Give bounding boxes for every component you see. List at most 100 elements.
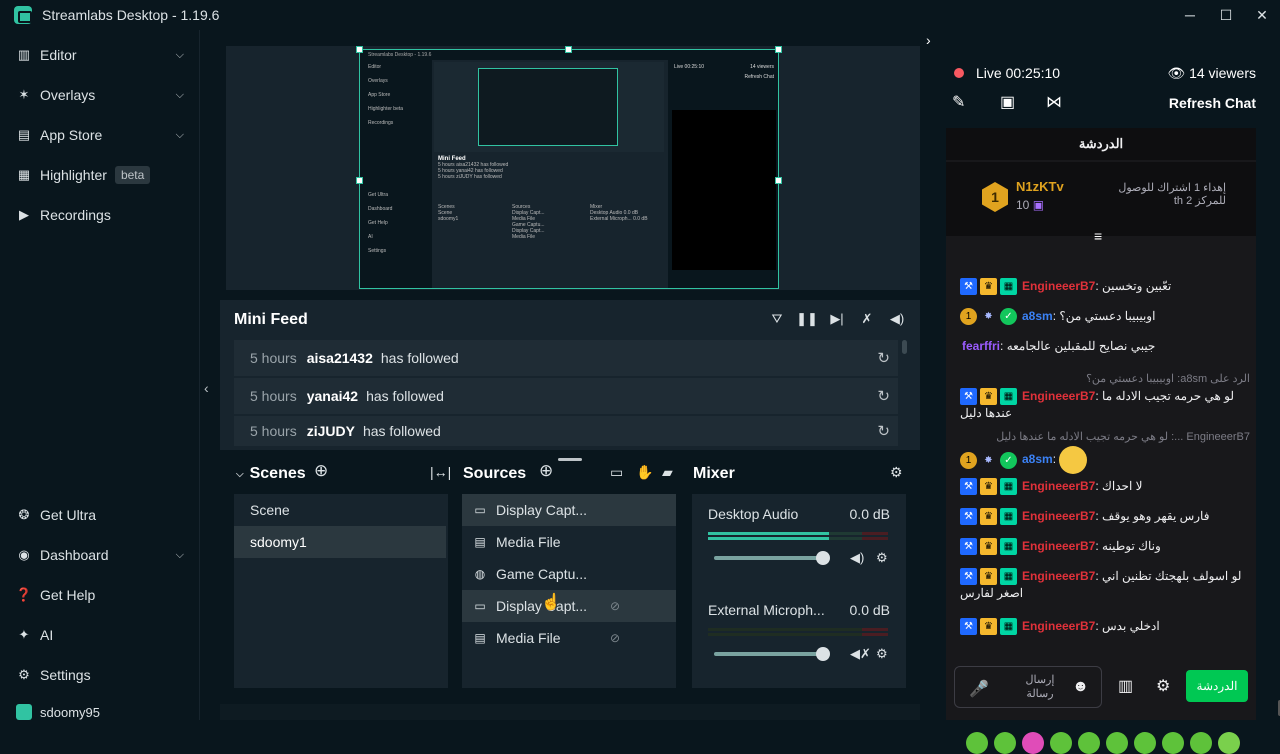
chat-username[interactable]: fearffri <box>962 339 1000 353</box>
sidebar-item-get-help[interactable]: ❓ Get Help <box>0 575 200 615</box>
resize-handle[interactable] <box>356 46 363 53</box>
mute-alerts-icon[interactable]: ✗ <box>858 310 876 328</box>
share-icon[interactable]: ⋈ <box>1046 92 1062 112</box>
emote-icon[interactable] <box>1134 732 1156 754</box>
microphone-icon[interactable]: 🎤 <box>969 679 989 699</box>
emote-icon[interactable] <box>1050 732 1072 754</box>
replay-icon[interactable]: ↻ <box>877 349 890 367</box>
emoji-icon[interactable]: ☻ <box>1072 678 1089 696</box>
channel-settings-icon[interactable]: ⚙ <box>876 646 888 662</box>
add-scene-icon[interactable]: ⊕ <box>314 461 328 481</box>
slider-knob[interactable] <box>816 551 830 565</box>
resize-handle[interactable] <box>356 177 363 184</box>
source-item[interactable]: ▭ Display Capt... ⊘ <box>462 590 676 622</box>
chat-username[interactable]: EngineeerB7 <box>1022 389 1095 403</box>
replay-icon[interactable]: ↻ <box>877 422 890 440</box>
preview-dock: Scenes Scene sdoomy1 Sources Display Cap… <box>434 200 664 288</box>
preview-sidebar-item: Recordings <box>368 120 394 126</box>
channel-settings-icon[interactable]: ⚙ <box>876 550 888 566</box>
dock-splitter[interactable] <box>558 458 582 461</box>
source-item[interactable]: ▤ Media File ⊘ <box>462 622 676 654</box>
sidebar-item-ai[interactable]: ✦ AI <box>0 615 200 655</box>
sidebar-item-settings[interactable]: ⚙ Settings <box>0 655 200 695</box>
slider-knob[interactable] <box>816 647 830 661</box>
sidebar-item-account[interactable]: sdoomy95 <box>0 702 200 722</box>
emote-icon[interactable] <box>1078 732 1100 754</box>
preview-source-frame[interactable]: Streamlabs Desktop - 1.19.6 Editor Overl… <box>359 49 779 289</box>
mixer-settings-icon[interactable]: ⚙ <box>890 464 903 481</box>
emote-icon[interactable] <box>1106 732 1128 754</box>
avatar <box>16 704 32 720</box>
refresh-chat-button[interactable]: Refresh Chat <box>1169 95 1256 111</box>
sidebar: ▥ Editor ⌵ ✶ Overlays ⌵ ▤ App Store ⌵ ▦ … <box>0 30 200 720</box>
live-indicator-icon <box>954 68 964 78</box>
chat-username[interactable]: EngineeerB7 <box>1022 279 1095 293</box>
chat-username[interactable]: a8sm <box>1022 452 1053 466</box>
sidebar-item-editor[interactable]: ▥ Editor ⌵ <box>0 35 200 75</box>
source-item[interactable]: ◍ Game Captu... <box>462 558 676 590</box>
chevron-right-icon[interactable]: › <box>926 32 931 48</box>
chevron-down-icon[interactable]: ⌵ <box>236 469 244 480</box>
sidebar-item-app-store[interactable]: ▤ App Store ⌵ <box>0 115 200 155</box>
chat-username[interactable]: EngineeerB7 <box>1022 569 1095 583</box>
minimize-button[interactable]: ─ <box>1172 0 1208 30</box>
feed-scrollbar[interactable] <box>902 340 907 354</box>
chat-panel: › Live 00:25:10 👁 14 viewers ✎ ▣ ⋈ Refre… <box>920 30 1280 754</box>
chat-username[interactable]: EngineeerB7 <box>1022 509 1095 523</box>
hidden-eye-icon[interactable]: ⊘ <box>610 599 620 613</box>
add-source-icon[interactable]: ⊕ <box>539 461 553 481</box>
volume-slider[interactable] <box>714 647 830 661</box>
chat-message-input[interactable]: 🎤 إرسال رسالة ☻ <box>954 666 1102 708</box>
filter-icon[interactable]: ⛛ <box>768 310 786 328</box>
chat-message: ⚒ ♛ ▦ EngineeerB7: وناك توطينه <box>960 538 1250 556</box>
resize-handle[interactable] <box>775 177 782 184</box>
sidebar-item-label: Get Ultra <box>40 507 97 523</box>
emote-icon[interactable] <box>1190 732 1212 754</box>
emote-icon[interactable] <box>1022 732 1044 754</box>
source-item[interactable]: ▤ Media File <box>462 526 676 558</box>
sidebar-item-get-ultra[interactable]: ❂ Get Ultra <box>0 495 200 535</box>
mixer-header: Mixer <box>693 462 735 486</box>
emote-icon[interactable] <box>1162 732 1184 754</box>
replay-icon[interactable]: ↻ <box>877 387 890 405</box>
scene-transitions-icon[interactable]: |↔| <box>430 464 451 480</box>
emote-icon[interactable] <box>966 732 988 754</box>
chat-username[interactable]: EngineeerB7 <box>1022 479 1095 493</box>
volume-icon[interactable]: ◀) <box>850 550 864 566</box>
volume-icon[interactable]: ◀) <box>888 310 906 328</box>
scene-item[interactable]: Scene <box>234 494 446 526</box>
volume-slider[interactable] <box>714 551 830 565</box>
source-item[interactable]: ▭ Display Capt... <box>462 494 676 526</box>
skip-icon[interactable]: ▶| <box>828 310 846 328</box>
emote-icon[interactable] <box>994 732 1016 754</box>
maximize-button[interactable]: ☐ <box>1208 0 1244 30</box>
sidebar-item-overlays[interactable]: ✶ Overlays ⌵ <box>0 75 200 115</box>
left-collapse-toggle[interactable]: ‹ <box>200 30 220 720</box>
hidden-eye-icon[interactable]: ⊘ <box>610 631 620 645</box>
close-button[interactable]: ✕ <box>1244 0 1280 30</box>
muted-volume-icon[interactable]: ◀✗ <box>850 646 871 662</box>
emote-icon[interactable] <box>1218 732 1240 754</box>
chat-settings-icon[interactable]: ⚙ <box>1156 676 1170 696</box>
chat-username[interactable]: EngineeerB7 <box>1022 619 1095 633</box>
expand-icon[interactable]: ≡ <box>1094 228 1102 244</box>
folder-add-icon[interactable]: ▰ <box>662 464 673 481</box>
source-layout-icon[interactable]: ▭ <box>610 464 623 481</box>
resize-handle[interactable] <box>775 46 782 53</box>
gifter-name: N1zKTv <box>1016 179 1064 194</box>
hand-icon[interactable]: ✋ <box>636 464 653 481</box>
resize-handle[interactable] <box>565 46 572 53</box>
store-icon[interactable]: ▥ <box>1118 676 1133 696</box>
chat-username[interactable]: a8sm <box>1022 309 1053 323</box>
stream-preview[interactable]: Streamlabs Desktop - 1.19.6 Editor Overl… <box>226 46 922 290</box>
sidebar-item-highlighter[interactable]: ▦ Highlighter beta <box>0 155 200 195</box>
sidebar-item-dashboard[interactable]: ◉ Dashboard ⌵ <box>0 535 200 575</box>
sidebar-item-recordings[interactable]: ▶ Recordings <box>0 195 200 235</box>
chat-username[interactable]: EngineeerB7 <box>1022 539 1095 553</box>
edit-icon[interactable]: ✎ <box>952 92 965 112</box>
volume-meter <box>708 532 888 540</box>
pause-icon[interactable]: ❚❚ <box>796 310 818 328</box>
scene-item[interactable]: sdoomy1 <box>234 526 446 558</box>
chat-send-button[interactable]: الدردشة <box>1186 670 1248 702</box>
dashboard-tool-icon[interactable]: ▣ <box>1000 92 1015 112</box>
